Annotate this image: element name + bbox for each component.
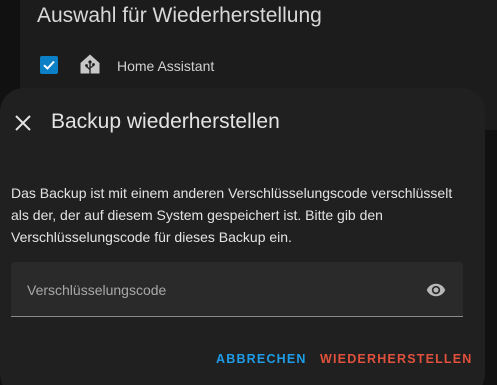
checkbox-checked-icon (43, 60, 55, 70)
restore-selection-title: Auswahl für Wiederherstellung (37, 4, 322, 27)
home-assistant-checkbox[interactable] (40, 56, 58, 74)
close-icon (15, 115, 31, 131)
cancel-button[interactable]: ABBRECHEN (216, 352, 307, 366)
restore-button[interactable]: WIEDERHERSTELLEN (320, 352, 473, 366)
eye-icon[interactable] (426, 280, 446, 300)
page: Auswahl für Wiederherstellung Home Assis… (0, 0, 497, 385)
home-assistant-icon (80, 54, 100, 74)
encryption-key-placeholder: Verschlüsselungscode (27, 282, 167, 298)
encryption-key-field[interactable]: Verschlüsselungscode (11, 262, 463, 317)
home-assistant-label: Home Assistant (117, 58, 215, 74)
dialog-title: Backup wiederherstellen (51, 110, 280, 133)
dialog-message: Das Backup ist mit einem anderen Verschl… (11, 185, 453, 245)
close-button[interactable] (10, 110, 36, 136)
